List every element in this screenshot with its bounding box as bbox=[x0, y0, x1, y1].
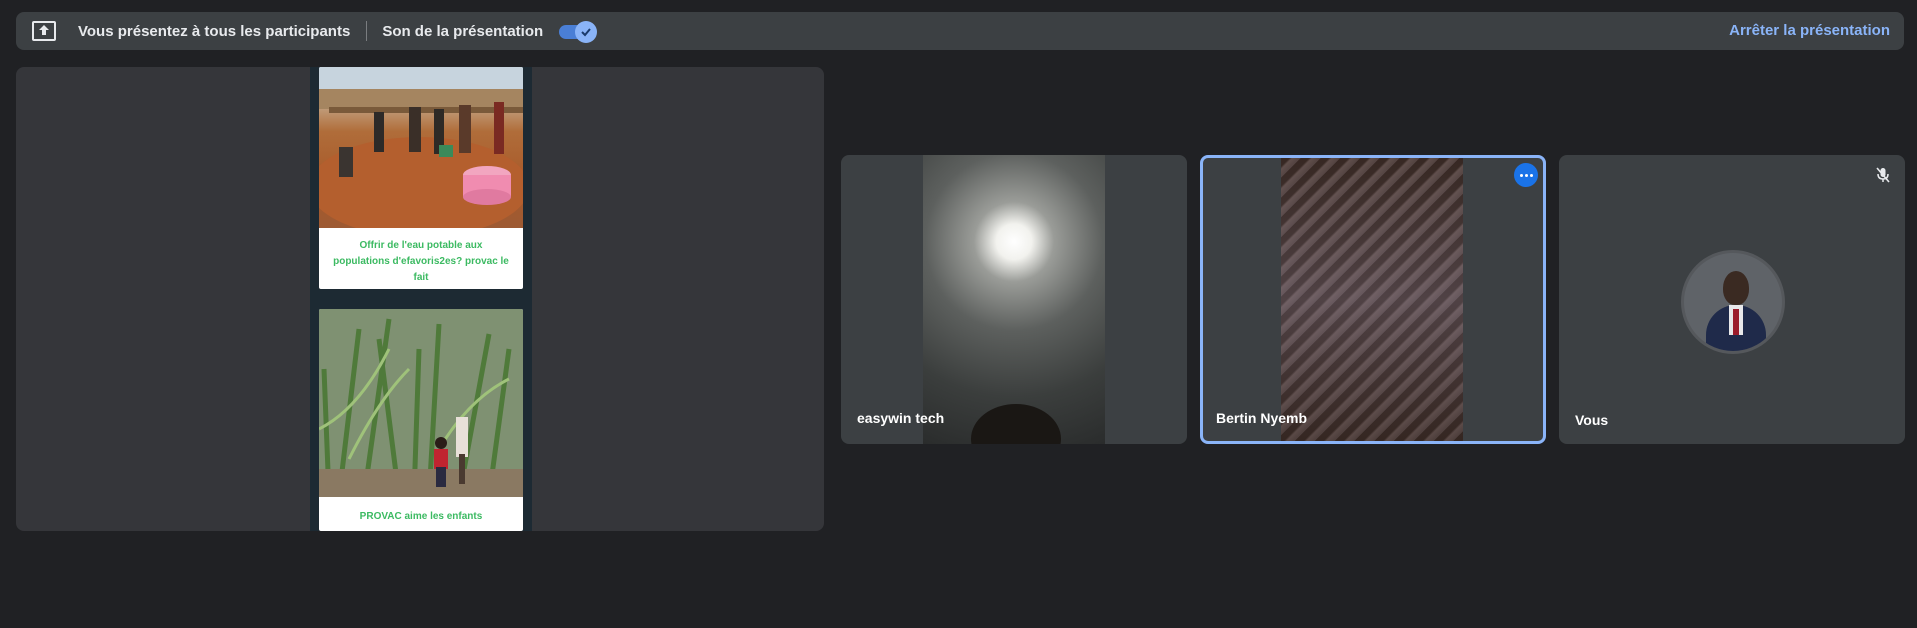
post-card: PROVAC aime les enfants bbox=[319, 309, 523, 531]
video-overlay bbox=[1281, 158, 1463, 441]
participant-video bbox=[923, 155, 1105, 444]
participant-video bbox=[1281, 158, 1463, 441]
avatar-tie bbox=[1733, 309, 1739, 335]
post-photo-children bbox=[319, 309, 523, 497]
mic-off-icon bbox=[1873, 165, 1893, 185]
participant-tile-self[interactable]: Vous bbox=[1559, 155, 1905, 444]
presentation-sound-label: Son de la présentation bbox=[382, 22, 544, 40]
shared-screen: Offrir de l'eau potable aux populations … bbox=[310, 67, 532, 531]
presentation-sound-toggle[interactable] bbox=[559, 21, 598, 43]
participant-name: Vous bbox=[1575, 412, 1609, 428]
avatar bbox=[1681, 250, 1785, 354]
check-icon bbox=[575, 21, 598, 43]
more-horiz-icon bbox=[1524, 173, 1528, 177]
post-caption: Offrir de l'eau potable aux populations … bbox=[333, 240, 509, 283]
participant-tile[interactable]: easywin tech bbox=[841, 155, 1187, 444]
avatar-face bbox=[1723, 271, 1749, 305]
more-options-button[interactable] bbox=[1514, 163, 1538, 187]
presentation-tile[interactable]: Offrir de l'eau potable aux populations … bbox=[16, 67, 824, 531]
post-card: Offrir de l'eau potable aux populations … bbox=[319, 67, 523, 289]
presenting-status-text: Vous présentez à tous les participants bbox=[78, 22, 351, 40]
participant-name: Bertin Nyemb bbox=[1216, 410, 1308, 426]
participant-name: easywin tech bbox=[857, 410, 945, 426]
presenting-bar: Vous présentez à tous les participants S… bbox=[16, 12, 1904, 50]
more-horiz-icon bbox=[1519, 173, 1523, 177]
post-caption: PROVAC aime les enfants bbox=[359, 511, 483, 522]
present-to-all-icon bbox=[32, 21, 56, 41]
divider bbox=[366, 21, 368, 41]
post-photo-water bbox=[319, 67, 523, 228]
participant-tile-pinned[interactable]: Bertin Nyemb bbox=[1200, 155, 1546, 444]
stop-presenting-button[interactable]: Arrêter la présentation bbox=[1729, 22, 1890, 39]
more-horiz-icon bbox=[1529, 173, 1533, 177]
participant-head bbox=[971, 404, 1061, 444]
